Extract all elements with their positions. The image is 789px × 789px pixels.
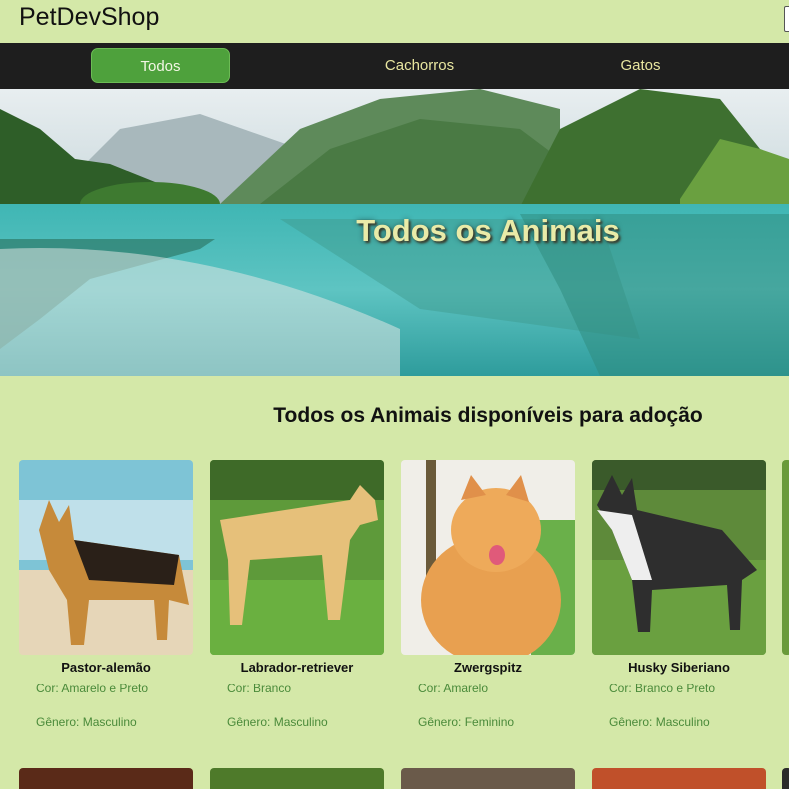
nav-tab-gatos[interactable]: Gatos <box>571 48 710 83</box>
animal-name: Labrador-retriever <box>240 660 354 675</box>
animal-card-row2[interactable] <box>19 768 193 789</box>
animal-card-row2[interactable] <box>782 768 789 789</box>
animal-gender: Gênero: Masculino <box>36 715 137 729</box>
animal-gender: Gênero: Masculino <box>609 715 710 729</box>
animal-photo[interactable] <box>401 460 575 655</box>
section-title: Todos os Animais disponíveis para adoção <box>273 404 703 427</box>
animal-color: Cor: Branco <box>227 681 292 695</box>
animal-name: Husky Siberiano <box>628 660 730 675</box>
nav-tab-cachorros[interactable]: Cachorros <box>350 48 489 83</box>
animal-card-row2[interactable] <box>592 768 766 789</box>
site-logo[interactable]: PetDevShop <box>19 3 159 32</box>
animal-color: Cor: Branco e Preto <box>609 681 716 695</box>
search-input[interactable] <box>784 6 789 32</box>
animal-color: Cor: Amarelo <box>418 681 489 695</box>
animal-photo[interactable] <box>592 460 766 655</box>
animal-photo[interactable] <box>782 460 789 655</box>
hero-banner: Todos os Animais <box>0 89 789 376</box>
animal-card-row2[interactable] <box>210 768 384 789</box>
animal-gender: Gênero: Masculino <box>227 715 328 729</box>
hero-title: Todos os Animais <box>356 213 620 248</box>
animal-name: Pastor-alemão <box>61 660 151 675</box>
animal-photo[interactable] <box>210 460 384 655</box>
animal-photo[interactable] <box>19 460 193 655</box>
nav-bar: Todos Cachorros Gatos <box>0 43 789 89</box>
animal-gender: Gênero: Feminino <box>418 715 515 729</box>
animal-card-row2[interactable] <box>401 768 575 789</box>
nav-tab-todos[interactable]: Todos <box>91 48 230 83</box>
top-bar: PetDevShop <box>0 0 789 43</box>
animal-name: Zwergspitz <box>454 660 522 675</box>
animal-color: Cor: Amarelo e Preto <box>36 681 149 695</box>
